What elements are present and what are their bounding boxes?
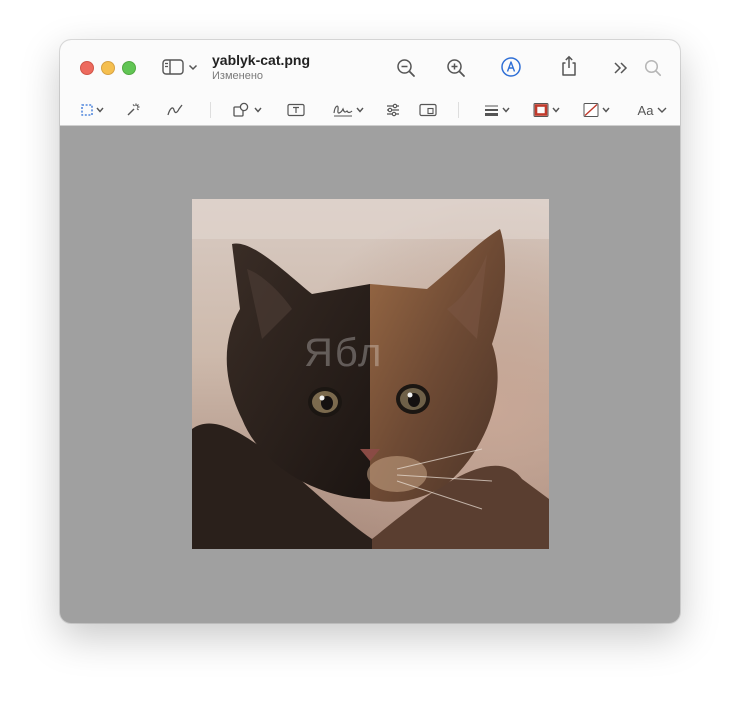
sidebar-icon[interactable] <box>162 58 184 76</box>
sketch-icon[interactable] <box>166 102 184 118</box>
text-style-label: Aa <box>637 102 654 118</box>
instant-alpha-icon[interactable] <box>125 102 141 118</box>
document-status: Изменено <box>212 70 264 82</box>
cat-image: Ябл <box>192 199 549 549</box>
zoom-in-icon[interactable] <box>445 57 467 79</box>
maximize-button[interactable] <box>122 61 136 75</box>
watermark: Ябл <box>304 331 384 375</box>
signature-icon[interactable] <box>332 102 366 118</box>
minimize-button[interactable] <box>101 61 115 75</box>
adjust-color-icon[interactable] <box>385 102 401 118</box>
shapes-icon[interactable] <box>232 102 264 118</box>
toolbar-divider <box>210 102 211 118</box>
markup-toolbar: Aa <box>60 95 680 126</box>
zoom-out-icon[interactable] <box>395 57 417 79</box>
fill-color-icon[interactable] <box>582 102 614 118</box>
shape-style-icon[interactable] <box>483 102 513 118</box>
search-icon[interactable] <box>643 58 663 78</box>
markup-icon[interactable] <box>500 56 522 78</box>
titlebar: yablyk-cat.png Изменено <box>60 40 680 95</box>
preview-window: yablyk-cat.png Изменено Aa Ябл <box>60 40 680 623</box>
rectangular-selection-icon[interactable] <box>80 103 106 117</box>
border-color-icon[interactable] <box>532 102 564 118</box>
close-button[interactable] <box>80 61 94 75</box>
adjust-size-icon[interactable] <box>419 102 437 118</box>
more-icon[interactable] <box>612 60 630 76</box>
toolbar-divider <box>458 102 459 118</box>
chevron-down-icon[interactable] <box>187 60 199 74</box>
share-icon[interactable] <box>559 54 579 78</box>
text-style-icon[interactable]: Aa <box>636 101 670 119</box>
document-title: yablyk-cat.png <box>212 52 311 68</box>
text-box-icon[interactable] <box>287 102 305 118</box>
